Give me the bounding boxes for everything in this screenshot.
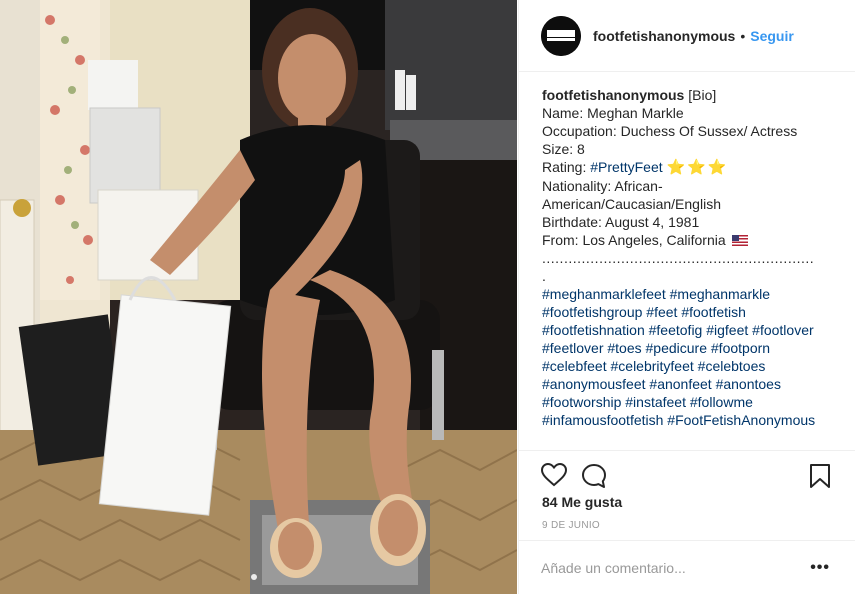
header-separator: •	[740, 27, 746, 44]
caption-divider: ........................................…	[542, 250, 815, 266]
caption-occupation: Occupation: Duchess Of Sussex/ Actress	[542, 123, 798, 139]
avatar[interactable]	[541, 15, 581, 56]
caption-nationality: Nationality: African-American/Caucasian/…	[542, 178, 721, 212]
like-count[interactable]: 84 Me gusta	[542, 494, 622, 510]
comment-input[interactable]	[541, 553, 791, 583]
brand-logo	[541, 15, 581, 56]
comment-icon[interactable]	[581, 463, 607, 489]
caption-hashtags[interactable]: #meghanmarklefeet #meghanmarkle #footfet…	[542, 285, 834, 429]
bookmark-icon[interactable]	[809, 463, 831, 489]
post-details-panel: footfetishanonymous • Seguir footfetisha…	[518, 0, 855, 594]
photo-illustration	[0, 0, 517, 594]
action-icons	[541, 463, 833, 489]
heart-icon[interactable]	[541, 463, 567, 487]
us-flag-icon	[731, 235, 748, 246]
caption-name: Name: Meghan Markle	[542, 105, 684, 121]
caption-username[interactable]: footfetishanonymous	[542, 87, 684, 103]
caption-tag: [Bio]	[688, 87, 717, 103]
caption-from: From: Los Angeles, California	[542, 231, 834, 249]
post-photo[interactable]	[0, 0, 517, 594]
header-username[interactable]: footfetishanonymous	[593, 28, 735, 44]
caption: footfetishanonymous [Bio] Name: Meghan M…	[542, 86, 834, 429]
rating-prefix: Rating:	[542, 159, 591, 175]
post-date: 9 DE JUNIO	[542, 520, 601, 531]
from-text: From: Los Angeles, California	[542, 232, 726, 248]
carousel-indicator	[251, 574, 257, 580]
more-options-button[interactable]: •••	[810, 560, 830, 576]
caption-dot: .	[542, 268, 546, 284]
caption-size: Size: 8	[542, 141, 585, 157]
caption-birthdate: Birthdate: August 4, 1981	[542, 214, 700, 230]
rating-hashtag[interactable]: #PrettyFeet	[590, 159, 662, 175]
caption-rating: Rating: #PrettyFeet ⭐⭐⭐	[542, 158, 834, 177]
rating-stars: ⭐⭐⭐	[666, 159, 729, 176]
comment-bar: •••	[519, 540, 855, 594]
follow-button[interactable]: Seguir	[750, 28, 794, 44]
post-header: footfetishanonymous • Seguir	[519, 0, 855, 72]
action-bar	[519, 450, 855, 488]
